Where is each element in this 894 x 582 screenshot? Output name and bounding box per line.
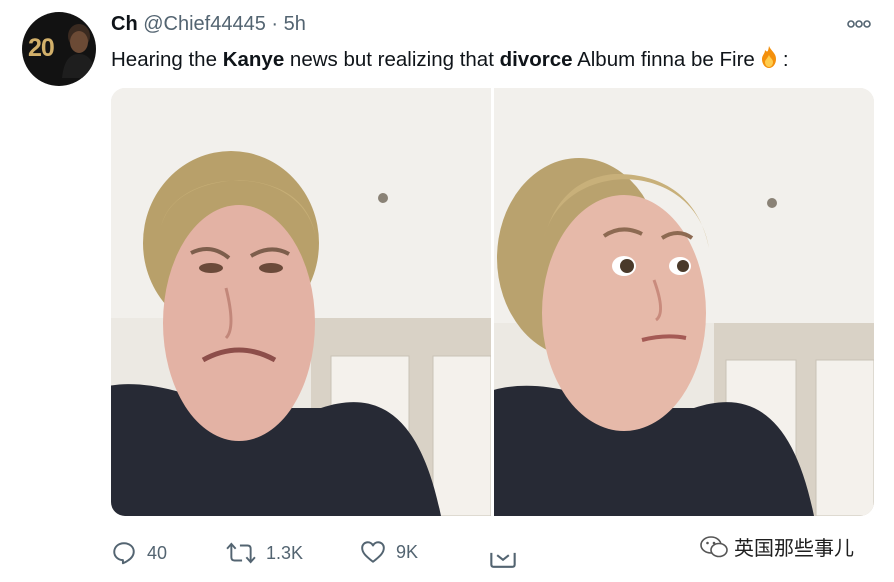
fire-emoji-icon xyxy=(757,45,781,75)
tweet-text-part: : xyxy=(782,48,789,71)
avatar-number: 20 xyxy=(28,34,55,62)
reply-button[interactable]: 40 xyxy=(111,540,167,566)
watermark: 英国那些事儿 xyxy=(700,532,854,561)
tweet-text-bold: divorce xyxy=(499,48,573,71)
more-icon xyxy=(847,20,871,28)
like-button[interactable]: 9K xyxy=(360,540,418,564)
more-options-button[interactable] xyxy=(846,14,872,39)
header-separator: · xyxy=(271,13,279,35)
tweet-text-part: Hearing the xyxy=(111,48,223,71)
heart-icon xyxy=(361,541,385,563)
looking-away-photo[interactable] xyxy=(494,88,874,516)
wechat-icon xyxy=(700,535,728,557)
user-handle[interactable]: @Chief44445 xyxy=(143,13,266,35)
tweet-actions: 40 1.3K 9K xyxy=(111,540,531,572)
retweet-icon xyxy=(226,542,256,564)
tweet-time[interactable]: 5h xyxy=(284,13,306,35)
avatar-person-icon xyxy=(62,24,96,78)
disgusted-face-photo[interactable] xyxy=(111,88,491,516)
tweet-media[interactable] xyxy=(111,88,874,516)
display-name[interactable]: Ch xyxy=(111,13,138,35)
reply-count: 40 xyxy=(147,542,168,563)
reply-icon xyxy=(113,542,135,565)
tweet-text: Hearing the Kanye news but realizing tha… xyxy=(111,45,789,75)
watermark-text: 英国那些事儿 xyxy=(734,538,854,560)
user-avatar[interactable]: 20 xyxy=(22,12,96,86)
tweet-text-bold: Kanye xyxy=(222,48,285,71)
retweet-count: 1.3K xyxy=(266,542,304,563)
like-count: 9K xyxy=(396,541,419,562)
retweet-button[interactable]: 1.3K xyxy=(226,540,303,566)
tweet-header: Ch @Chief44445 · 5h xyxy=(111,13,306,36)
tweet-text-part: Album finna be Fire xyxy=(572,48,755,71)
tweet-text-part: news but realizing that xyxy=(284,48,500,71)
share-button[interactable] xyxy=(489,548,517,574)
share-icon xyxy=(490,552,516,568)
